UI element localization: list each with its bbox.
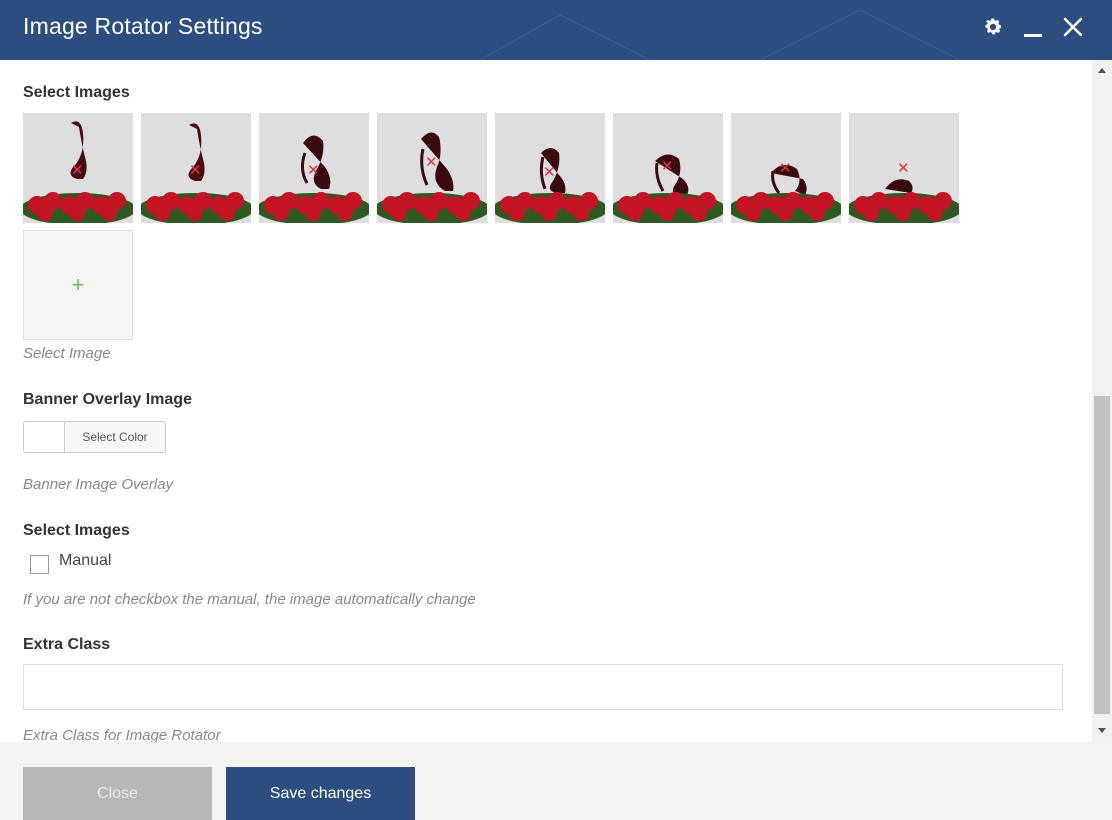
extra-class-label: Extra Class <box>23 636 111 653</box>
scroll-down-icon[interactable] <box>1098 728 1106 733</box>
remove-image-icon[interactable]: ✕ <box>543 165 556 180</box>
dialog-header: Image Rotator Settings <box>0 0 1112 60</box>
manual-checkbox[interactable] <box>30 555 49 574</box>
color-swatch <box>24 422 65 452</box>
dialog-body: Select Images ✕ ✕ ✕ ✕ ✕ ✕ ✕ ✕ + Select I… <box>0 60 1090 742</box>
banner-overlay-hint: Banner Image Overlay <box>23 476 174 493</box>
select-images-label: Select Images <box>23 84 130 101</box>
select-image-hint: Select Image <box>23 345 111 362</box>
minimize-icon[interactable] <box>1020 10 1046 44</box>
manual-checkbox-label[interactable]: Manual <box>59 552 111 570</box>
save-changes-button[interactable]: Save changes <box>226 767 415 820</box>
scroll-up-icon[interactable] <box>1098 68 1106 73</box>
manual-section-label: Select Images <box>23 522 130 539</box>
extra-class-input[interactable] <box>23 664 1063 710</box>
image-thumbnail[interactable]: ✕ <box>141 113 251 223</box>
image-thumbnail[interactable]: ✕ <box>259 113 369 223</box>
remove-image-icon[interactable]: ✕ <box>425 155 438 170</box>
manual-hint: If you are not checkbox the manual, the … <box>23 591 476 608</box>
dialog-footer: Close Save changes <box>0 742 1112 820</box>
remove-image-icon[interactable]: ✕ <box>189 163 202 178</box>
plus-icon: + <box>71 272 85 297</box>
image-thumbnail[interactable]: ✕ <box>23 113 133 223</box>
select-color-button[interactable]: Select Color <box>23 421 166 453</box>
remove-image-icon[interactable]: ✕ <box>661 159 674 174</box>
image-thumbnails: ✕ ✕ ✕ ✕ ✕ ✕ ✕ ✕ <box>23 113 959 223</box>
vertical-scrollbar[interactable] <box>1092 60 1112 742</box>
image-thumbnail[interactable]: ✕ <box>849 113 959 223</box>
extra-class-hint: Extra Class for Image Rotator <box>23 727 221 742</box>
image-thumbnail[interactable]: ✕ <box>613 113 723 223</box>
image-thumbnail[interactable]: ✕ <box>495 113 605 223</box>
image-thumbnail[interactable]: ✕ <box>731 113 841 223</box>
remove-image-icon[interactable]: ✕ <box>897 161 910 176</box>
remove-image-icon[interactable]: ✕ <box>307 163 320 178</box>
close-icon[interactable] <box>1060 10 1086 44</box>
image-thumbnail[interactable]: ✕ <box>377 113 487 223</box>
select-color-label: Select Color <box>82 430 148 444</box>
gear-icon[interactable] <box>980 10 1006 44</box>
remove-image-icon[interactable]: ✕ <box>71 163 84 178</box>
remove-image-icon[interactable]: ✕ <box>779 161 792 176</box>
add-image-button[interactable]: + <box>23 230 133 340</box>
scrollbar-thumb[interactable] <box>1094 396 1110 714</box>
close-button[interactable]: Close <box>23 767 212 820</box>
dialog-title: Image Rotator Settings <box>23 13 263 39</box>
banner-overlay-label: Banner Overlay Image <box>23 391 192 408</box>
